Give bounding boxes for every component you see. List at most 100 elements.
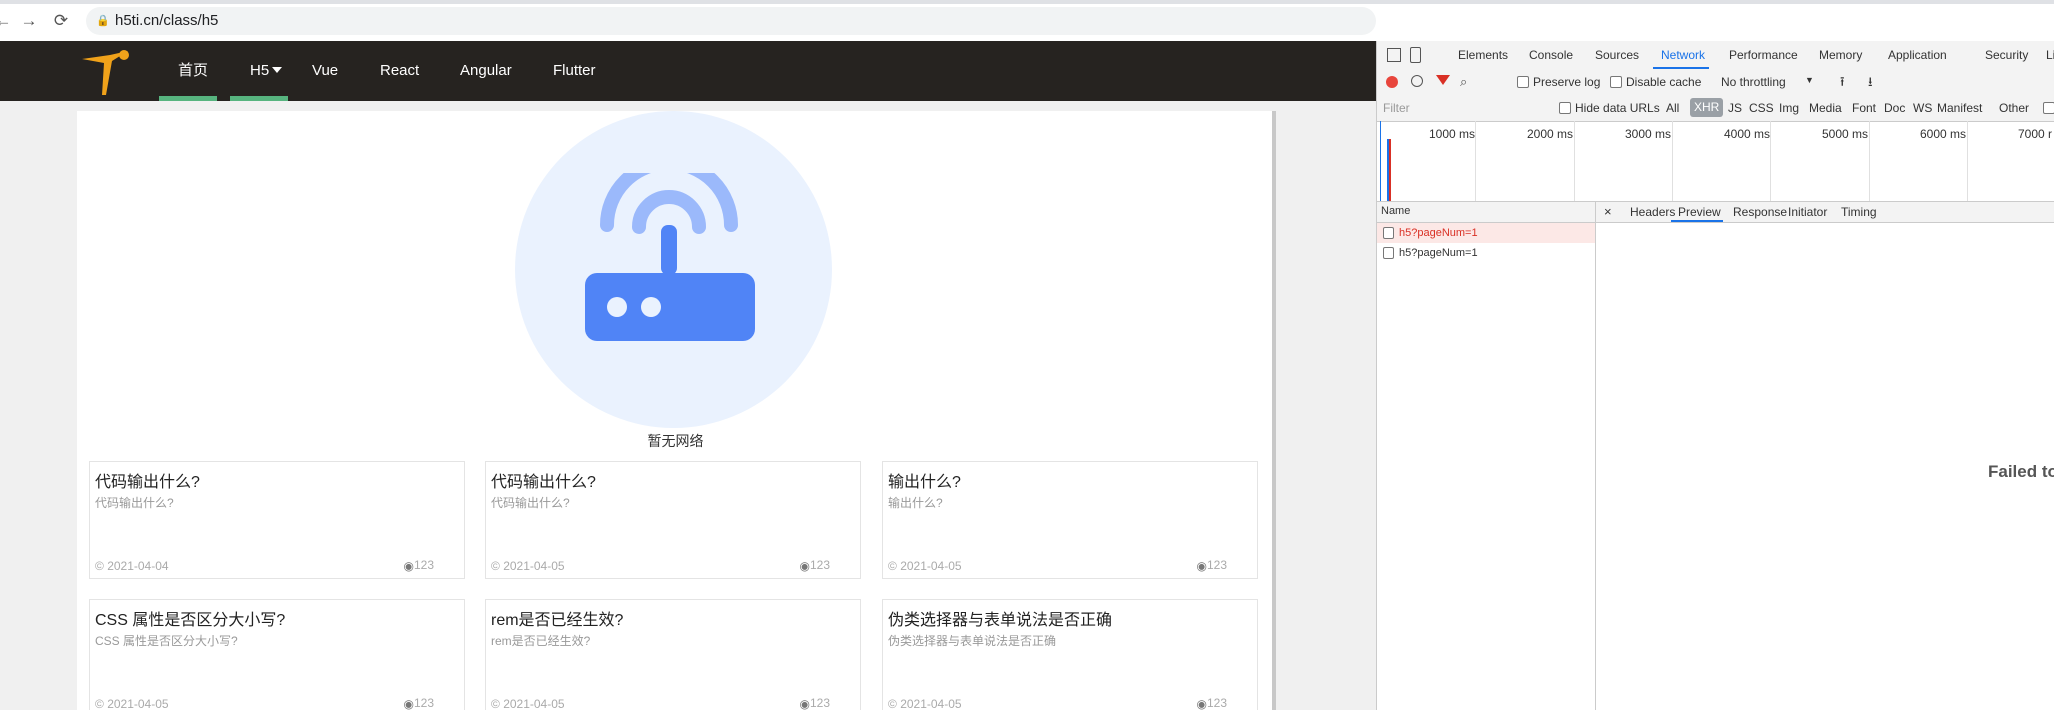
card-views: 123 <box>1206 558 1227 572</box>
tab-timing[interactable]: Timing <box>1841 202 1877 222</box>
filter-type-doc[interactable]: Doc <box>1884 101 1905 115</box>
tab-network[interactable]: Network <box>1661 41 1705 69</box>
tab-performance[interactable]: Performance <box>1729 41 1798 69</box>
clear-icon[interactable] <box>1411 75 1423 87</box>
tab-headers[interactable]: Headers <box>1630 202 1675 222</box>
url-text[interactable]: h5ti.cn/class/h5 <box>115 12 218 29</box>
timeline-tick-label: 2000 ms <box>1527 127 1574 141</box>
filter-type-other[interactable]: Other <box>1999 101 2029 115</box>
tab-preview[interactable]: Preview <box>1678 202 1721 222</box>
request-detail-tabs: × Headers Preview Response Initiator Tim… <box>1596 202 2054 223</box>
arrow-right-icon[interactable]: → <box>20 12 38 30</box>
request-row[interactable]: h5?pageNum=1 <box>1377 223 1595 243</box>
nav-item-angular[interactable]: Angular <box>460 41 512 101</box>
clock-icon: © <box>888 559 901 573</box>
eye-icon: ◉ <box>403 559 414 573</box>
card-title[interactable]: CSS 属性是否区分大小写? <box>95 606 285 630</box>
caret-down-icon[interactable] <box>272 67 282 73</box>
preserve-log-label: Preserve log <box>1533 75 1601 89</box>
card-title[interactable]: 代码输出什么? <box>95 468 200 492</box>
filter-input[interactable]: Filter <box>1383 101 1543 115</box>
card-date-text: 2021-04-05 <box>503 559 565 573</box>
empty-state-text: 暂无网络 <box>647 433 704 449</box>
tab-response[interactable]: Response <box>1733 202 1787 222</box>
tab-memory[interactable]: Memory <box>1819 41 1862 69</box>
filter-type-css[interactable]: CSS <box>1749 101 1774 115</box>
filter-type-xhr[interactable]: XHR <box>1690 98 1724 117</box>
preserve-log-checkbox[interactable] <box>1517 76 1529 88</box>
tab-lighthouse[interactable]: Li <box>2046 41 2054 69</box>
record-icon[interactable] <box>1386 76 1398 88</box>
question-card[interactable]: 代码输出什么? 代码输出什么? © 2021-04-04 ◉ 123 <box>89 461 465 579</box>
card-title[interactable]: 输出什么? <box>888 468 961 492</box>
filter-type-media[interactable]: Media <box>1809 101 1842 115</box>
question-card[interactable]: 输出什么? 输出什么? © 2021-04-05 ◉ 123 <box>882 461 1258 579</box>
question-card[interactable]: 伪类选择器与表单说法是否正确 伪类选择器与表单说法是否正确 © 2021-04-… <box>882 599 1258 710</box>
search-icon[interactable]: ⌕ <box>1460 74 1467 90</box>
filter-type-font[interactable]: Font <box>1852 101 1876 115</box>
card-title[interactable]: 伪类选择器与表单说法是否正确 <box>888 606 1112 630</box>
question-card[interactable]: 代码输出什么? 代码输出什么? © 2021-04-05 ◉ 123 <box>485 461 861 579</box>
request-name[interactable]: h5?pageNum=1 <box>1399 243 1478 263</box>
card-title[interactable]: rem是否已经生效? <box>491 606 623 630</box>
nav-item-react[interactable]: React <box>380 41 419 101</box>
nav-item-flutter[interactable]: Flutter <box>553 41 596 101</box>
card-views: 123 <box>809 558 830 572</box>
lock-icon[interactable]: 🔒 <box>96 14 110 27</box>
hide-data-urls-checkbox[interactable] <box>1559 102 1571 114</box>
clock-icon: © <box>95 559 108 573</box>
network-overview-timeline[interactable]: 1000 ms 2000 ms 3000 ms 4000 ms 5000 ms … <box>1377 121 2054 202</box>
inspect-element-icon[interactable] <box>1387 48 1401 62</box>
tab-application[interactable]: Application <box>1888 41 1947 69</box>
nav-item-vue[interactable]: Vue <box>312 41 338 101</box>
devtools-panel: Elements Console Sources Network Perform… <box>1376 41 2054 710</box>
request-name[interactable]: h5?pageNum=1 <box>1399 223 1478 243</box>
tab-sources[interactable]: Sources <box>1595 41 1639 69</box>
card-views: 123 <box>1206 696 1227 710</box>
card-date: © 2021-04-05 <box>888 697 962 710</box>
tab-initiator[interactable]: Initiator <box>1788 202 1827 222</box>
filter-type-ws[interactable]: WS <box>1913 101 1932 115</box>
close-icon[interactable]: × <box>1604 202 1612 222</box>
site-logo[interactable] <box>76 45 136 99</box>
page-scrollbar[interactable] <box>1272 111 1276 710</box>
filter-icon[interactable] <box>1436 75 1450 85</box>
timeline-tick-label: 3000 ms <box>1625 127 1672 141</box>
name-column-header[interactable]: Name <box>1381 205 1410 217</box>
request-row[interactable]: h5?pageNum=1 <box>1377 243 1595 263</box>
clock-icon: © <box>491 559 504 573</box>
device-toolbar-icon[interactable] <box>1410 47 1421 63</box>
card-views: 123 <box>413 696 434 710</box>
throttling-select[interactable]: No throttling <box>1721 75 1786 89</box>
card-date: © 2021-04-04 <box>95 559 169 573</box>
tab-strip <box>0 0 2054 4</box>
tab-console[interactable]: Console <box>1529 41 1573 69</box>
devtools-tabbar: Elements Console Sources Network Perform… <box>1377 41 2054 70</box>
card-views: 123 <box>809 696 830 710</box>
export-har-icon[interactable]: ⭳ <box>1868 73 1873 95</box>
disable-cache-label: Disable cache <box>1626 75 1702 89</box>
nav-item-home[interactable]: 首页 <box>178 41 208 101</box>
question-card[interactable]: CSS 属性是否区分大小写? CSS 属性是否区分大小写? © 2021-04-… <box>89 599 465 710</box>
chevron-down-icon[interactable]: ▼ <box>1805 75 1814 85</box>
filter-type-all[interactable]: All <box>1666 101 1679 115</box>
tab-elements[interactable]: Elements <box>1458 41 1508 69</box>
filter-type-manifest[interactable]: Manifest <box>1937 101 1982 115</box>
nav-item-h5[interactable]: H5 <box>250 41 269 101</box>
address-bar[interactable] <box>86 7 1376 35</box>
tab-security[interactable]: Security <box>1985 41 2028 69</box>
hide-data-urls-label: Hide data URLs <box>1575 101 1660 115</box>
card-title[interactable]: 代码输出什么? <box>491 468 596 492</box>
filter-type-js[interactable]: JS <box>1728 101 1742 115</box>
arrow-left-icon[interactable]: ← <box>0 12 12 30</box>
clock-icon: © <box>888 697 901 710</box>
blocked-requests-checkbox[interactable] <box>2043 102 2054 114</box>
filter-type-img[interactable]: Img <box>1779 101 1799 115</box>
timeline-tick-label: 7000 r <box>2018 127 2053 141</box>
network-toolbar: ⌕ Preserve log Disable cache No throttli… <box>1377 69 2054 96</box>
browser-toolbar: ← → ⟳ 🔒 h5ti.cn/class/h5 <box>0 0 2054 42</box>
import-har-icon[interactable]: ⭱ <box>1840 73 1845 95</box>
reload-icon[interactable]: ⟳ <box>52 12 70 30</box>
question-card[interactable]: rem是否已经生效? rem是否已经生效? © 2021-04-05 ◉ 123 <box>485 599 861 710</box>
disable-cache-checkbox[interactable] <box>1610 76 1622 88</box>
